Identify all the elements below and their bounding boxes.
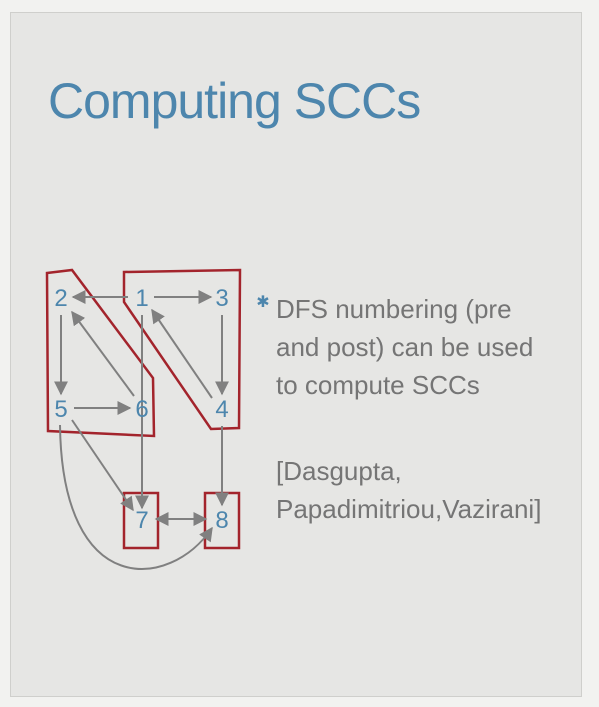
node-7: 7 <box>135 507 148 534</box>
edge-6-2 <box>71 310 135 397</box>
citation-line-2: Papadimitriou,Vazirani] <box>276 494 542 524</box>
slide-frame: Computing SCCs 1 2 3 4 5 6 7 8 ✱ DFS num… <box>0 0 599 707</box>
node-1: 1 <box>135 285 148 312</box>
citation: [Dasgupta, Papadimitriou,Vazirani] <box>276 452 566 528</box>
node-6: 6 <box>135 396 148 423</box>
node-4: 4 <box>215 396 228 423</box>
node-3: 3 <box>215 285 228 312</box>
node-8: 8 <box>215 507 228 534</box>
node-5: 5 <box>54 396 67 423</box>
citation-line-1: [Dasgupta, <box>276 456 402 486</box>
node-2: 2 <box>54 285 67 312</box>
bullet-icon: ✱ <box>256 294 270 311</box>
bullet-text: DFS numbering (pre and post) can be used… <box>276 294 534 400</box>
